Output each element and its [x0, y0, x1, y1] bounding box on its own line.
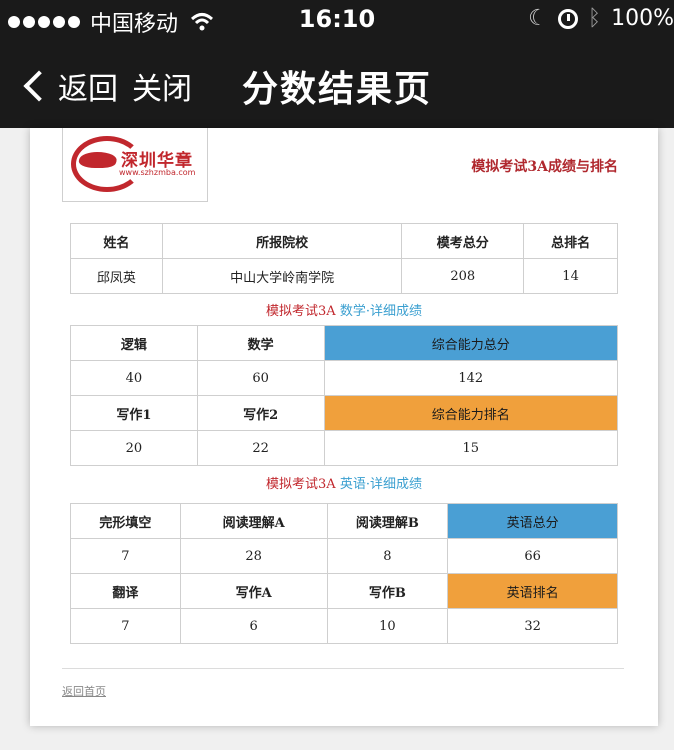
horse-icon	[76, 152, 120, 168]
header-writing-a: 写作A	[179, 573, 328, 609]
header-writing-2: 写作2	[196, 395, 325, 431]
logo: 深圳华章 www.szhzmba.com	[62, 128, 208, 202]
header-reading-a: 阅读理解A	[179, 503, 328, 539]
header-translation: 翻译	[70, 573, 181, 609]
summary-table: 姓名 所报院校 模考总分 总排名 邱凤英 中山大学岭南学院 208 14	[70, 223, 618, 294]
alarm-icon	[557, 8, 578, 29]
score-reading-b: 8	[326, 538, 449, 574]
score-english-rank: 32	[447, 608, 618, 644]
table-row: 写作1 写作2 综合能力排名	[70, 395, 619, 431]
header-school: 所报院校	[161, 223, 403, 259]
school-name: 中山大学岭南学院	[161, 258, 403, 294]
math-section-title: 模拟考试3A 数学·详细成绩	[266, 304, 422, 319]
table-row: 7 6 10 32	[70, 608, 618, 644]
do-not-disturb-icon: ☾	[528, 6, 548, 31]
header-name: 姓名	[70, 223, 163, 259]
report-title: 模拟考试3A成绩与排名	[471, 159, 618, 175]
overall-rank: 14	[523, 258, 618, 294]
header-total-score: 模考总分	[401, 223, 525, 259]
score-report-card: 深圳华章 www.szhzmba.com 模拟考试3A成绩与排名 姓名 所报院校…	[30, 128, 658, 726]
header-comprehensive-rank: 综合能力排名	[323, 395, 619, 431]
student-name: 邱凤英	[70, 258, 163, 294]
score-math: 60	[196, 360, 325, 396]
english-section-title: 模拟考试3A 英语·详细成绩	[266, 477, 422, 492]
header-english-rank: 英语排名	[447, 573, 618, 609]
total-score: 208	[401, 258, 525, 294]
score-writing-b: 10	[326, 608, 449, 644]
header-logic: 逻辑	[70, 325, 198, 361]
header-overall-rank: 总排名	[523, 223, 618, 259]
divider	[62, 668, 624, 669]
logo-url: www.szhzmba.com	[119, 168, 196, 177]
header-english-total: 英语总分	[447, 503, 618, 539]
score-comprehensive-rank: 15	[323, 430, 619, 466]
table-row: 完形填空 阅读理解A 阅读理解B 英语总分	[70, 503, 618, 539]
table-row: 40 60 142	[70, 360, 619, 396]
table-row: 20 22 15	[70, 430, 619, 466]
table-row: 姓名 所报院校 模考总分 总排名	[70, 223, 618, 259]
page-title: 分数结果页	[241, 69, 432, 110]
table-row: 翻译 写作A 写作B 英语排名	[70, 573, 618, 609]
table-row: 7 28 8 66	[70, 538, 618, 574]
score-english-total: 66	[447, 538, 618, 574]
header-writing-1: 写作1	[70, 395, 198, 431]
bluetooth-icon: ᛒ	[587, 6, 602, 31]
score-writing-2: 22	[196, 430, 325, 466]
header-writing-b: 写作B	[326, 573, 449, 609]
math-score-table: 逻辑 数学 综合能力总分 40 60 142 写作1 写作2 综合能力排名 20…	[70, 325, 619, 466]
header-cloze: 完形填空	[70, 503, 181, 539]
score-writing-1: 20	[70, 430, 198, 466]
score-cloze: 7	[70, 538, 181, 574]
status-right: ☾ ᛒ 100%	[528, 6, 674, 31]
navigation-bar: 返回 关闭 分数结果页	[0, 48, 674, 124]
header-comprehensive-total: 综合能力总分	[323, 325, 619, 361]
status-bar: 中国移动 16:10 ☾ ᛒ 100%	[0, 0, 674, 40]
header-math: 数学	[196, 325, 325, 361]
table-row: 逻辑 数学 综合能力总分	[70, 325, 619, 361]
header-reading-b: 阅读理解B	[326, 503, 449, 539]
table-row: 邱凤英 中山大学岭南学院 208 14	[70, 258, 618, 294]
score-logic: 40	[70, 360, 198, 396]
english-score-table: 完形填空 阅读理解A 阅读理解B 英语总分 7 28 8 66 翻译 写作A 写…	[70, 503, 618, 644]
score-reading-a: 28	[179, 538, 328, 574]
top-bar: 中国移动 16:10 ☾ ᛒ 100% 返回 关闭 分数结果页	[0, 0, 674, 128]
back-home-link[interactable]: 返回首页	[62, 683, 106, 699]
score-comprehensive-total: 142	[323, 360, 619, 396]
battery-percentage: 100%	[611, 6, 674, 31]
score-writing-a: 6	[179, 608, 328, 644]
score-translation: 7	[70, 608, 181, 644]
